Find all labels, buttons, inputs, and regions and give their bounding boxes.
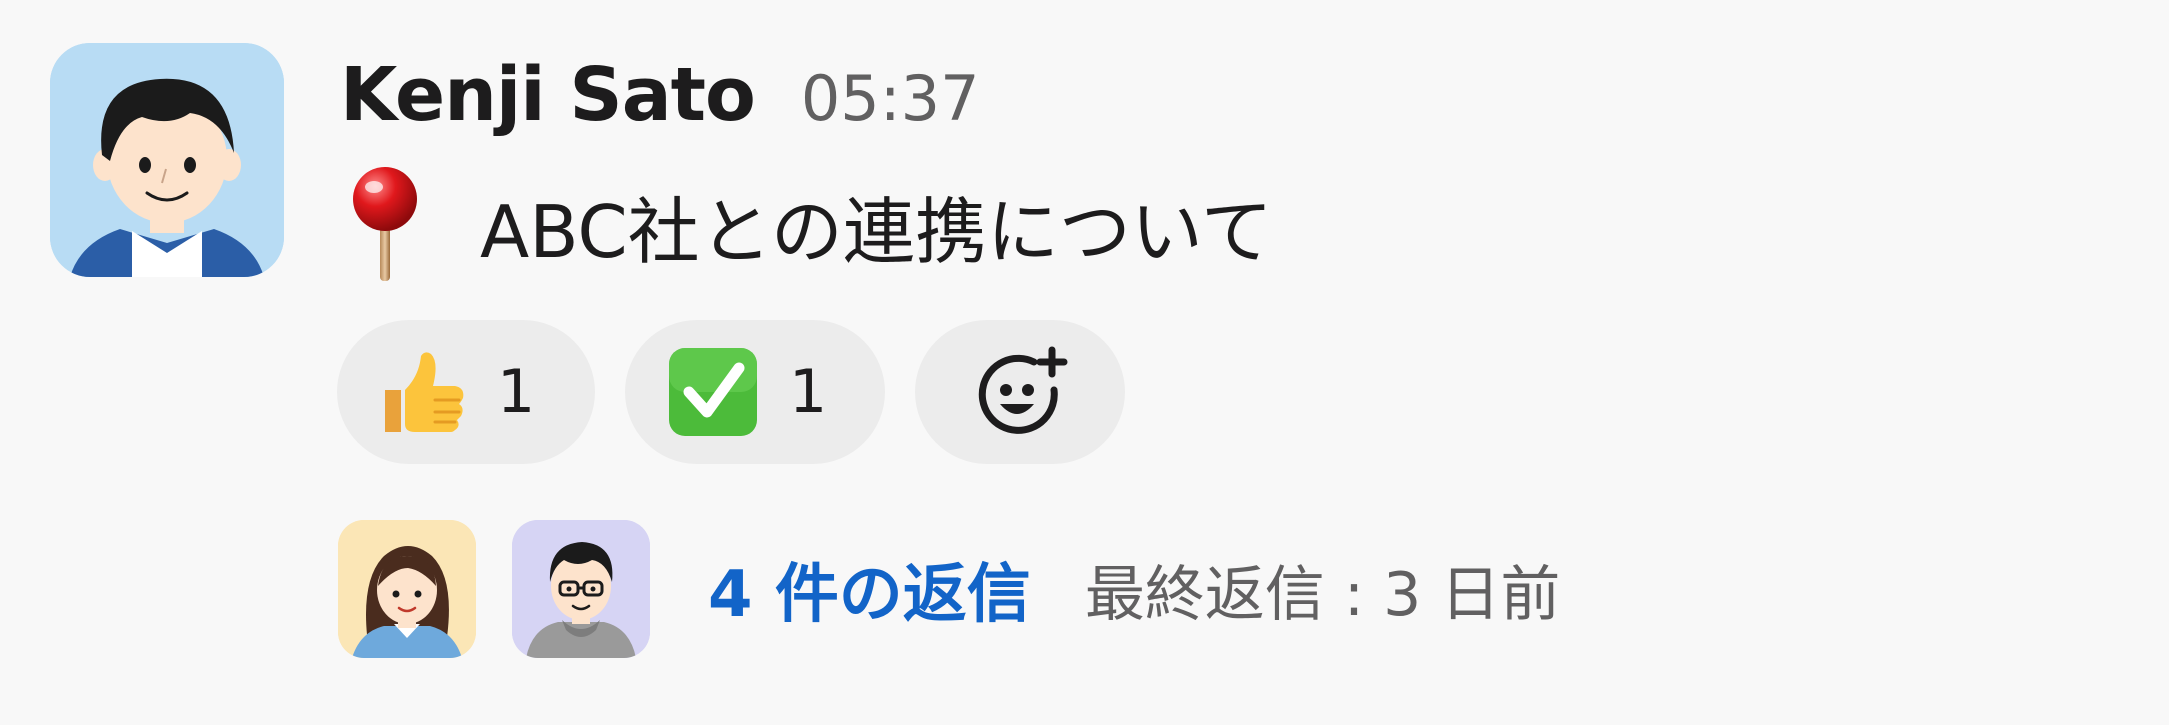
reply-avatar[interactable] [338,520,476,658]
add-reaction-button[interactable] [915,320,1125,464]
reply-count-link[interactable]: 4 件の返信 [708,543,1031,635]
last-reply-time: 最終返信 : 3 日前 [1084,559,1561,630]
message-timestamp[interactable]: 05:37 [801,62,980,135]
message: Kenji Sato 05:37 ABC社との連携について 1 1 4 件の返信… [0,0,2169,725]
reaction-count: 1 [789,357,828,427]
reply-avatar[interactable] [512,520,650,658]
reaction-bar: 1 1 [337,320,1125,464]
reaction-check-mark[interactable]: 1 [625,320,885,464]
reaction-count: 1 [497,357,536,427]
author-avatar[interactable] [50,43,284,277]
reaction-thumbs-up[interactable]: 1 [337,320,595,464]
author-name[interactable]: Kenji Sato [340,52,756,138]
reply-avatar-illustration [512,520,650,658]
message-header: Kenji Sato 05:37 [340,52,980,138]
message-body: ABC社との連携について [340,165,1273,285]
pushpin-icon [353,167,417,281]
reply-avatar-illustration [338,520,476,658]
author-avatar-illustration [50,43,284,277]
thread-summary[interactable]: 4 件の返信 最終返信 : 3 日前 [338,520,1560,658]
add-reaction-icon [978,346,1068,434]
thumbs-up-icon [385,352,464,432]
message-text: ABC社との連携について [480,189,1273,274]
check-mark-icon [669,348,757,436]
